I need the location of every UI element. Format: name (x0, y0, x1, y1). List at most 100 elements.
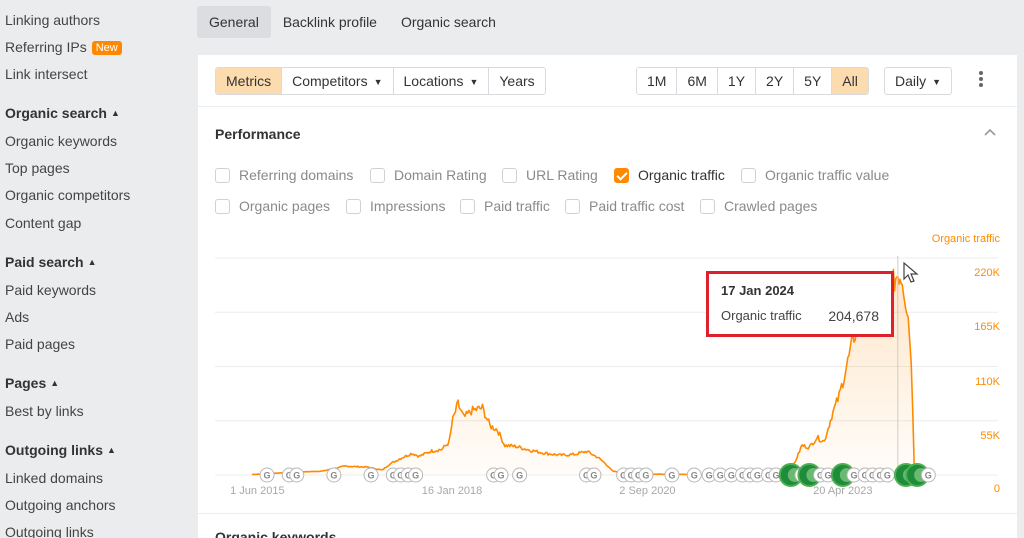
metric-impressions[interactable]: Impressions (346, 198, 445, 214)
interval-dropdown[interactable]: Daily ▼ (884, 67, 953, 95)
metric-crawled-pages[interactable]: Crawled pages (700, 198, 817, 214)
checkbox[interactable] (370, 167, 385, 183)
metric-label: Crawled pages (724, 198, 818, 214)
sidebar-item-linking-authors[interactable]: Linking authors (5, 12, 100, 28)
range-1y[interactable]: 1Y (716, 68, 756, 94)
section-title-organic-keywords: Organic keywords (215, 529, 337, 538)
tab-general[interactable]: General (197, 6, 271, 38)
metric-paid-traffic-cost[interactable]: Paid traffic cost (565, 198, 684, 214)
google-g-icon: G (925, 471, 932, 481)
sidebar-section-outgoing-links[interactable]: Outgoing links ▲ (5, 442, 116, 458)
segment-label: 5Y (804, 73, 822, 89)
tooltip-date: 17 Jan 2024 (721, 283, 795, 298)
sidebar-label: Pages (5, 375, 47, 391)
view-years[interactable]: Years (488, 68, 545, 94)
range-all[interactable]: All (831, 68, 868, 94)
google-g-icon: G (412, 471, 419, 481)
sidebar-item-top-pages[interactable]: Top pages (5, 160, 70, 176)
google-g-icon: G (590, 471, 597, 481)
y-tick-label: 55K (980, 429, 1000, 442)
sidebar-item-best-by-links[interactable]: Best by links (5, 403, 84, 419)
google-g-icon: G (516, 471, 523, 481)
metric-referring-domains[interactable]: Referring domains (215, 167, 353, 183)
range-6m[interactable]: 6M (676, 68, 717, 94)
segment-label: 2Y (766, 73, 784, 89)
sidebar-item-link-intersect[interactable]: Link intersect (5, 66, 87, 82)
range-2y[interactable]: 2Y (755, 68, 794, 94)
metric-url-rating[interactable]: URL Rating (502, 167, 598, 183)
caret-up-icon: ▲ (110, 108, 120, 118)
caret-down-icon: ▼ (932, 77, 942, 87)
range-1m[interactable]: 1M (637, 68, 677, 94)
sidebar-item-outgoing-links[interactable]: Outgoing links (5, 524, 94, 538)
chevron-up-icon[interactable] (983, 125, 997, 139)
view-competitors[interactable]: Competitors ▼ (281, 68, 393, 94)
metric-organic-traffic-value[interactable]: Organic traffic value (741, 167, 889, 183)
sidebar-item-content-gap[interactable]: Content gap (5, 215, 81, 231)
checkbox[interactable] (346, 198, 361, 214)
metric-organic-traffic[interactable]: Organic traffic (614, 167, 725, 183)
metric-domain-rating[interactable]: Domain Rating (370, 167, 487, 183)
sidebar-section-paid-search[interactable]: Paid search ▲ (5, 254, 97, 270)
checkbox[interactable] (741, 167, 756, 183)
sidebar-item-referring-ips[interactable]: Referring IPs New (5, 39, 122, 55)
google-g-icon: G (884, 471, 891, 481)
organic-keywords-card: Organic keywords (198, 514, 1017, 538)
segment-label: Years (499, 73, 535, 89)
segment-label: Metrics (226, 73, 272, 89)
kebab-vertical-icon[interactable] (976, 71, 986, 91)
metric-label: Paid traffic cost (589, 198, 685, 214)
checkbox[interactable] (700, 198, 715, 214)
checkbox[interactable] (565, 198, 580, 214)
caret-up-icon: ▲ (87, 257, 97, 267)
chart-plot[interactable]: GGGGGGGGGGGGGGGGGGGGGGGGGGGGGGGGGGGGG (198, 225, 1017, 513)
sidebar-item-linked-domains[interactable]: Linked domains (5, 470, 103, 486)
mouse-pointer-icon (903, 262, 919, 283)
metric-label: Referring domains (239, 167, 354, 183)
view-locations[interactable]: Locations ▼ (392, 68, 489, 94)
metric-label: Organic traffic value (765, 167, 890, 183)
tab-organic-search[interactable]: Organic search (389, 6, 508, 38)
sidebar-label: Best by links (5, 403, 84, 419)
sidebar-label: Organic competitors (5, 187, 131, 203)
sidebar: Linking authors Referring IPs New Link inte… (0, 0, 196, 538)
sidebar-section-organic-search[interactable]: Organic search ▲ (5, 105, 120, 121)
view-mode-group: Metrics Competitors ▼ Locations ▼ Years (215, 67, 546, 95)
sidebar-item-ads[interactable]: Ads (5, 309, 29, 325)
metric-label: URL Rating (526, 167, 598, 183)
checkbox[interactable] (215, 167, 230, 183)
overview-card: Metrics Competitors ▼ Locations ▼ Years 1M 6M 1… (198, 55, 1017, 513)
chart-toolbar: Metrics Competitors ▼ Locations ▼ Years 1M 6M 1… (198, 55, 1017, 107)
caret-up-icon: ▲ (50, 378, 60, 388)
performance-chart: Organic traffic GGGGGGGGGGGGGGGGGGGGGGGG… (198, 225, 1017, 513)
sidebar-section-pages[interactable]: Pages ▲ (5, 375, 59, 391)
google-g-icon: G (498, 471, 505, 481)
sidebar-item-organic-competitors[interactable]: Organic competitors (5, 187, 130, 203)
page-scrollbar[interactable] (1017, 0, 1024, 538)
metric-label: Organic traffic (638, 167, 725, 183)
sidebar-item-organic-keywords[interactable]: Organic keywords (5, 133, 117, 149)
checkbox[interactable] (502, 167, 517, 183)
segment-label: 1Y (727, 73, 746, 89)
range-5y[interactable]: 5Y (793, 68, 832, 94)
sidebar-label: Linking authors (5, 12, 100, 28)
new-badge: New (91, 41, 122, 55)
google-g-icon: G (368, 471, 375, 481)
tab-backlink-profile[interactable]: Backlink profile (271, 6, 389, 38)
sidebar-label: Paid search (5, 254, 84, 270)
checkbox[interactable] (460, 198, 475, 214)
sidebar-item-outgoing-anchors[interactable]: Outgoing anchors (5, 497, 116, 513)
caret-up-icon: ▲ (107, 445, 116, 455)
sidebar-label: Content gap (5, 215, 82, 231)
metric-label: Organic pages (239, 198, 331, 214)
checkbox[interactable] (614, 167, 629, 183)
metric-organic-pages[interactable]: Organic pages (215, 198, 330, 214)
x-tick-label: 20 Apr 2023 (813, 485, 873, 497)
view-metrics[interactable]: Metrics (216, 68, 282, 94)
google-g-icon: G (850, 471, 857, 481)
metric-paid-traffic[interactable]: Paid traffic (460, 198, 550, 214)
sidebar-item-paid-keywords[interactable]: Paid keywords (5, 282, 96, 298)
google-g-icon: G (293, 471, 300, 481)
checkbox[interactable] (215, 198, 230, 214)
sidebar-item-paid-pages[interactable]: Paid pages (5, 336, 75, 352)
